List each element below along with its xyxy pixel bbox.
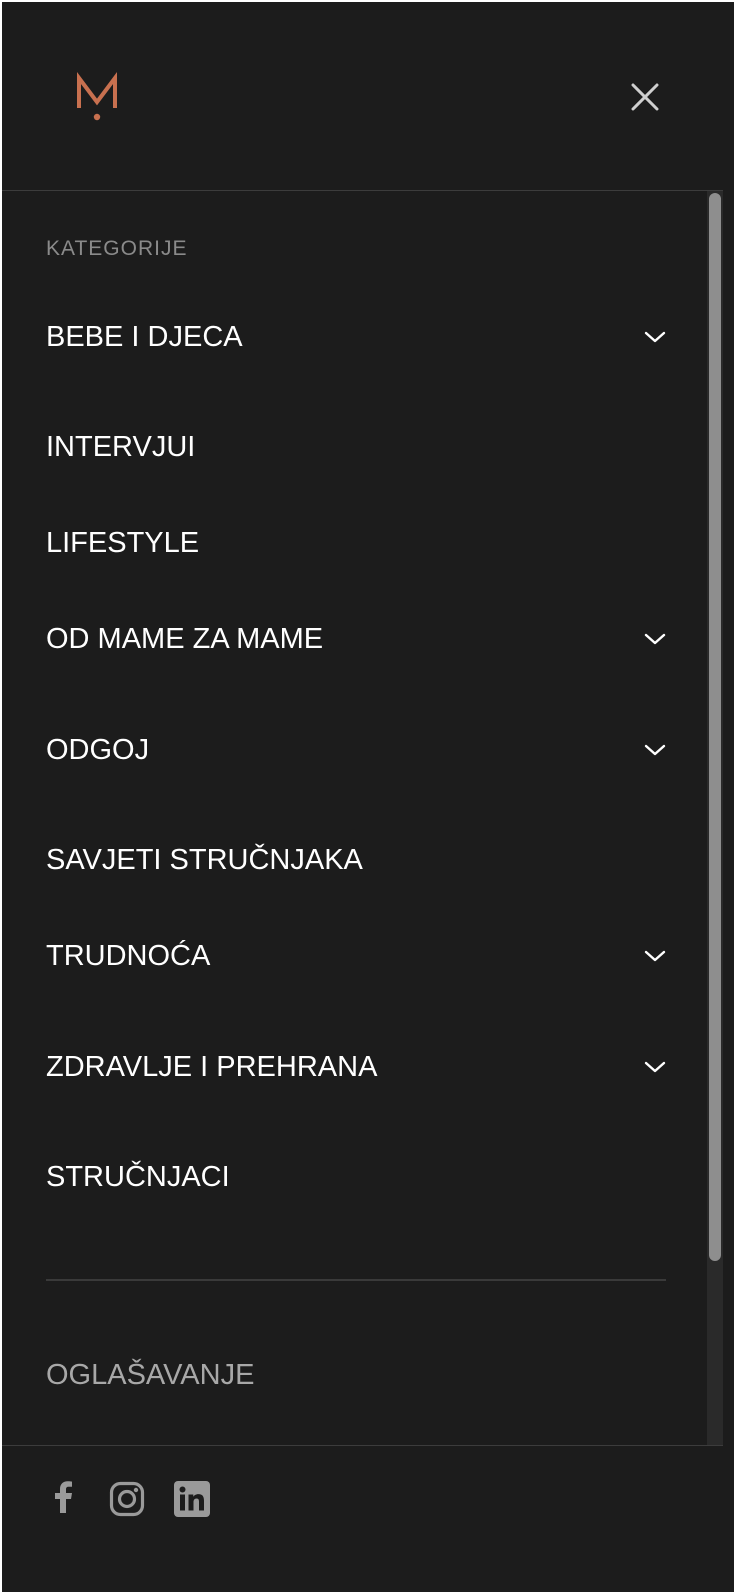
m-logo-icon[interactable] xyxy=(76,72,118,124)
menu-divider xyxy=(46,1279,666,1281)
menu-item-strucnjaci[interactable]: STRUČNJACI xyxy=(46,1155,667,1199)
menu-item-label: ZDRAVLJE I PREHRANA xyxy=(46,1050,378,1083)
scrollbar[interactable] xyxy=(707,191,723,1446)
menu-item-label: BEBE I DJECA xyxy=(46,320,243,353)
linkedin-icon[interactable] xyxy=(174,1481,210,1517)
close-icon[interactable] xyxy=(627,79,663,115)
chevron-down-icon[interactable] xyxy=(643,738,667,762)
instagram-icon[interactable] xyxy=(109,1481,145,1517)
menu-item-label: SAVJETI STRUČNJAKA xyxy=(46,843,363,876)
advertising-link[interactable]: OGLAŠAVANJE xyxy=(46,1359,254,1392)
chevron-down-icon[interactable] xyxy=(643,1055,667,1079)
menu-item-lifestyle[interactable]: LIFESTYLE xyxy=(46,521,667,565)
menu-item-savjeti-strucnjaka[interactable]: SAVJETI STRUČNJAKA xyxy=(46,838,667,882)
menu-item-intervjui[interactable]: INTERVJUI xyxy=(46,425,667,469)
menu-item-bebe-i-djeca[interactable]: BEBE I DJECA xyxy=(46,315,667,359)
navigation-drawer: KATEGORIJE BEBE I DJECA INTERVJUI LIFEST… xyxy=(2,2,734,1592)
chevron-down-icon[interactable] xyxy=(643,944,667,968)
drawer-footer xyxy=(2,1445,723,1593)
menu-scroll-area: KATEGORIJE BEBE I DJECA INTERVJUI LIFEST… xyxy=(2,191,707,1446)
menu-item-label: TRUDNOĆA xyxy=(46,939,211,972)
drawer-header xyxy=(2,2,723,191)
menu-item-label: INTERVJUI xyxy=(46,430,196,463)
menu-item-label: OD MAME ZA MAME xyxy=(46,622,324,655)
menu-item-label: STRUČNJACI xyxy=(46,1160,230,1193)
chevron-down-icon[interactable] xyxy=(643,627,667,651)
section-label: KATEGORIJE xyxy=(46,237,188,260)
menu-item-od-mame-za-mame[interactable]: OD MAME ZA MAME xyxy=(46,617,667,661)
facebook-icon[interactable] xyxy=(52,1481,74,1513)
scrollbar-thumb[interactable] xyxy=(709,193,721,1261)
menu-item-zdravlje-i-prehrana[interactable]: ZDRAVLJE I PREHRANA xyxy=(46,1045,667,1089)
menu-item-trudnoca[interactable]: TRUDNOĆA xyxy=(46,934,667,978)
menu-item-odgoj[interactable]: ODGOJ xyxy=(46,728,667,772)
menu-item-label: LIFESTYLE xyxy=(46,526,200,559)
chevron-down-icon[interactable] xyxy=(643,325,667,349)
menu-item-label: ODGOJ xyxy=(46,733,150,766)
